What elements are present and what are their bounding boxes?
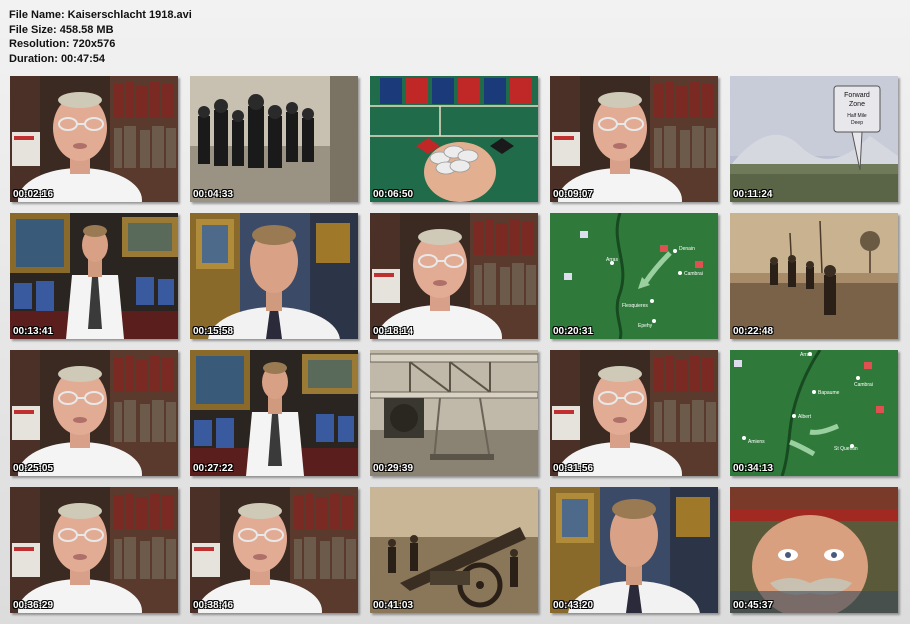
forward-zone-title-1: Forward <box>844 92 870 99</box>
video-thumbnail[interactable]: Forward Zone Half Mile Deep 00:11:24 <box>730 76 898 202</box>
thumbnail-timestamp: 00:29:39 <box>373 463 414 474</box>
thumbnail-timestamp: 00:22:48 <box>733 326 774 337</box>
map-label-d: Albert <box>798 414 812 420</box>
thumbnail-timestamp: 00:34:13 <box>733 463 774 474</box>
thumbnail-frame-image <box>730 487 898 613</box>
thumbnail-frame-image <box>370 487 538 613</box>
thumbnail-timestamp: 00:41:03 <box>373 600 414 611</box>
video-thumbnail[interactable]: 00:38:46 <box>190 487 358 613</box>
thumbnail-frame-image: Arras Bapaume Cambrai Albert Amiens St Q… <box>730 350 898 476</box>
video-thumbnail[interactable]: 00:41:03 <box>370 487 538 613</box>
map-label-e: Epehy <box>638 323 653 329</box>
thumbnail-timestamp: 00:11:24 <box>733 189 773 200</box>
thumbnail-frame-image <box>10 350 178 476</box>
forward-zone-sub-1: Half Mile <box>847 113 867 119</box>
map-label-e: Amiens <box>748 439 765 445</box>
file-name-line: File Name: Kaiserschlacht 1918.avi <box>9 9 192 21</box>
thumbnail-frame-image <box>190 350 358 476</box>
thumbnail-frame-image <box>10 213 178 339</box>
video-thumbnail[interactable]: 00:43:20 <box>550 487 718 613</box>
thumbnail-timestamp: 00:06:50 <box>373 189 414 200</box>
video-thumbnail[interactable]: 00:13:41 <box>10 213 178 339</box>
thumbnail-frame-image: Arras Denain Cambrai Flesquieres Epehy <box>550 213 718 339</box>
video-thumbnail[interactable]: Arras Bapaume Cambrai Albert Amiens St Q… <box>730 350 898 476</box>
map-label-f: St Quentin <box>834 446 858 452</box>
thumbnail-timestamp: 00:18:14 <box>373 326 414 337</box>
video-thumbnail[interactable]: 00:09:07 <box>550 76 718 202</box>
thumbnail-frame-image <box>370 350 538 476</box>
duration-line: Duration: 00:47:54 <box>9 52 105 65</box>
thumbnail-frame-image <box>550 350 718 476</box>
video-thumbnail[interactable]: 00:02:16 <box>10 76 178 202</box>
thumbnail-timestamp: 00:31:56 <box>553 463 594 474</box>
thumbnail-timestamp: 00:36:29 <box>13 600 54 611</box>
thumbnail-timestamp: 00:09:07 <box>553 189 594 200</box>
video-thumbnail[interactable]: 00:25:05 <box>10 350 178 476</box>
forward-zone-sub-2: Deep <box>851 120 863 126</box>
video-thumbnail[interactable]: 00:18:14 <box>370 213 538 339</box>
thumbnail-frame-image <box>10 487 178 613</box>
video-thumbnail[interactable]: 00:29:39 <box>370 350 538 476</box>
video-thumbnail[interactable]: 00:15:58 <box>190 213 358 339</box>
map-label-c: Cambrai <box>854 382 873 388</box>
map-label-c: Cambrai <box>684 271 703 277</box>
thumbnail-frame-image <box>550 76 718 202</box>
map-label-b: Denain <box>679 246 695 252</box>
file-info-header: File Name: Kaiserschlacht 1918.avi File … <box>9 8 192 66</box>
video-thumbnail[interactable]: 00:27:22 <box>190 350 358 476</box>
thumbnail-timestamp: 00:04:33 <box>193 189 234 200</box>
thumbnail-frame-image <box>190 76 358 202</box>
thumbnail-timestamp: 00:20:31 <box>553 326 594 337</box>
video-thumbnail[interactable]: 00:36:29 <box>10 487 178 613</box>
thumbnail-timestamp: 00:15:58 <box>193 326 234 337</box>
video-thumbnail[interactable]: 00:22:48 <box>730 213 898 339</box>
thumbnail-timestamp: 00:13:41 <box>13 326 54 337</box>
thumbnail-timestamp: 00:25:05 <box>13 463 54 474</box>
thumbnail-frame-image <box>190 213 358 339</box>
thumbnail-frame-image: Forward Zone Half Mile Deep <box>730 76 898 202</box>
thumbnail-timestamp: 00:02:16 <box>13 189 54 200</box>
thumbnail-frame-image <box>730 213 898 339</box>
thumbnail-grid: 00:02:16 00:04:33 00:06:50 00:09:07 Forw… <box>10 76 900 618</box>
thumbnail-timestamp: 00:43:20 <box>553 600 594 611</box>
map-label-d: Flesquieres <box>622 303 648 309</box>
thumbnail-frame-image <box>190 487 358 613</box>
video-thumbnail[interactable]: 00:31:56 <box>550 350 718 476</box>
thumbnail-frame-image <box>370 76 538 202</box>
thumbnail-frame-image <box>370 213 538 339</box>
video-thumbnail[interactable]: 00:04:33 <box>190 76 358 202</box>
thumbnail-timestamp: 00:38:46 <box>193 600 234 611</box>
forward-zone-title-2: Zone <box>849 101 865 108</box>
map-label-a: Arras <box>606 257 618 263</box>
map-label-a: Arras <box>800 352 812 358</box>
video-thumbnail[interactable]: 00:06:50 <box>370 76 538 202</box>
video-thumbnail[interactable]: Arras Denain Cambrai Flesquieres Epehy 0… <box>550 213 718 339</box>
thumbnail-frame-image <box>550 487 718 613</box>
thumbnail-timestamp: 00:45:37 <box>733 600 774 611</box>
video-thumbnail[interactable]: 00:45:37 <box>730 487 898 613</box>
thumbnail-frame-image <box>10 76 178 202</box>
map-label-b: Bapaume <box>818 390 840 396</box>
resolution-line: Resolution: 720x576 <box>9 38 116 50</box>
file-size-line: File Size: 458.58 MB <box>9 23 114 36</box>
thumbnail-timestamp: 00:27:22 <box>193 463 234 474</box>
